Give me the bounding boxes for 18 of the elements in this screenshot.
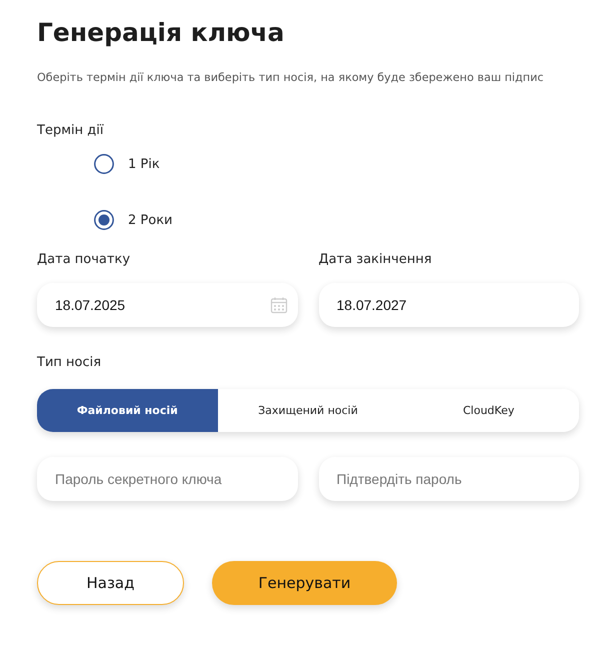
subtitle: Оберіть термін дії ключа та виберіть тип носія, на якому буде збережено ваш підпис — [37, 70, 544, 86]
calendar-icon[interactable] — [270, 296, 288, 314]
generate-button[interactable]: Генерувати — [212, 561, 397, 605]
media-label: Тип носія — [37, 355, 102, 370]
date-field[interactable]: 18.07.2025 — [37, 283, 298, 327]
password-field[interactable]: Підтвердіть пароль — [318, 457, 579, 501]
radio-option[interactable]: 2 Роки — [94, 210, 532, 230]
media-tab[interactable]: Захищений носій — [218, 389, 398, 432]
date-label: Дата закінчення — [318, 252, 433, 267]
password-field[interactable]: Пароль секретного ключа — [37, 457, 298, 501]
date-field[interactable]: 18.07.2027 — [318, 283, 579, 327]
back-button[interactable]: Назад — [37, 561, 184, 605]
term-label: Термін дії — [37, 123, 104, 138]
radio-option[interactable]: 1 Рік — [94, 154, 532, 174]
page-title: Генерація ключа — [37, 17, 286, 49]
media-tab[interactable]: Файловий носій — [37, 389, 218, 432]
media-tab[interactable]: CloudKey — [398, 389, 579, 432]
date-label: Дата початку — [37, 252, 132, 267]
